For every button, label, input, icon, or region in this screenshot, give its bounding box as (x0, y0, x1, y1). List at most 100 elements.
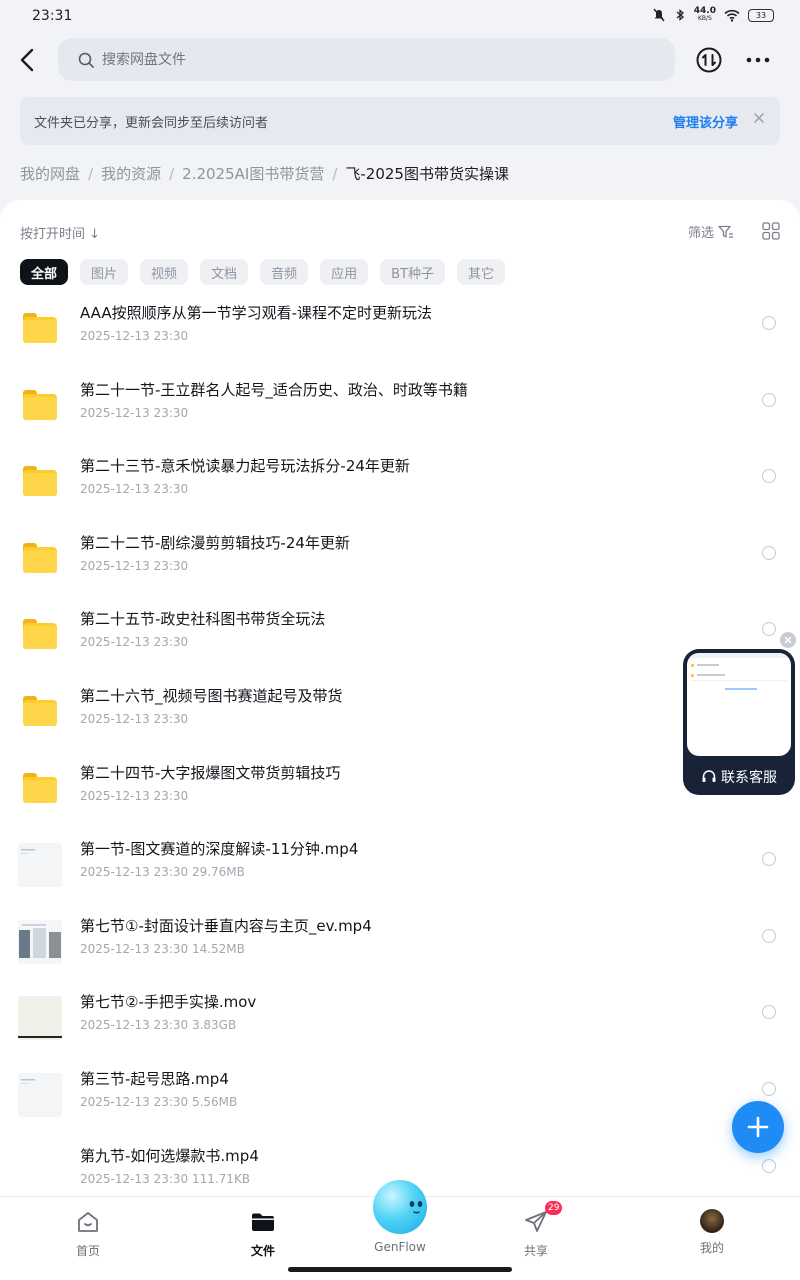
file-name: 第二十三节-意禾悦读暴力起号玩法拆分-24年更新 (80, 457, 410, 476)
file-meta: 2025-12-13 23:30 (80, 788, 189, 803)
chip-apps[interactable]: 应用 (320, 259, 369, 285)
list-item[interactable]: 第二十一节-王立群名人起号_适合历史、政治、时政等书籍 2025-12-13 23… (0, 369, 800, 445)
video-thumbnail (18, 1149, 62, 1194)
nav-home[interactable]: 首页 (48, 1209, 128, 1259)
files-icon (252, 1213, 274, 1231)
filter-label: 筛选 (687, 226, 714, 241)
file-name: 第二十二节-剧综漫剪剪辑技巧-24年更新 (80, 533, 350, 552)
select-checkbox[interactable] (762, 316, 776, 330)
customer-service-preview (687, 653, 791, 756)
list-item[interactable]: 第二十三节-意禾悦读暴力起号玩法拆分-24年更新 2025-12-13 23:30 (0, 445, 800, 521)
net-speed: 44.0 KB/S (693, 6, 716, 23)
chip-images[interactable]: 图片 (80, 259, 129, 285)
select-checkbox[interactable] (762, 392, 776, 407)
top-bar (0, 38, 800, 82)
video-thumbnail (18, 1073, 62, 1117)
list-item[interactable]: AAA按照顺序从第一节学习观看-课程不定时更新玩法 2025-12-13 23:3… (0, 292, 800, 368)
file-name: 第七节②-手把手实操.mov (80, 993, 257, 1012)
wifi-icon (724, 9, 740, 22)
select-checkbox[interactable] (762, 622, 776, 637)
chip-videos[interactable]: 视频 (140, 259, 189, 285)
customer-service-label: 联系客服 (683, 767, 795, 787)
list-item[interactable]: 第一节-图文赛道的深度解读-11分钟.mp4 2025-12-13 23:30 2… (0, 828, 800, 904)
breadcrumb-separator: / (88, 164, 94, 183)
chip-all[interactable]: 全部 (20, 259, 69, 285)
add-button[interactable] (732, 1101, 784, 1153)
file-meta: 2025-12-13 23:30 (80, 712, 189, 726)
sort-dropdown[interactable]: 按打开时间 ↓ (20, 223, 100, 242)
grid-view-icon[interactable] (762, 222, 780, 240)
list-item[interactable]: 第二十六节_视频号图书赛道起号及带货 2025-12-13 23:30 (0, 675, 800, 751)
file-name: 第一节-图文赛道的深度解读-11分钟.mp4 (80, 840, 359, 859)
search-box[interactable] (58, 38, 675, 81)
file-meta: 2025-12-13 23:30 (80, 405, 189, 420)
bluetooth-icon (676, 9, 684, 21)
file-name: 第二十五节-政史社科图书带货全玩法 (80, 610, 326, 629)
select-checkbox[interactable] (762, 1082, 776, 1096)
filter-button[interactable]: 筛选 (688, 222, 734, 241)
nav-genflow[interactable]: GenFlow (360, 1240, 440, 1254)
video-thumbnail (18, 919, 62, 964)
manage-share-link[interactable]: 管理该分享 (673, 112, 738, 131)
status-icons: 44.0 KB/S 33 (652, 7, 774, 23)
chip-audio[interactable]: 音频 (260, 259, 309, 285)
breadcrumb-separator: / (332, 164, 338, 183)
select-checkbox[interactable] (762, 545, 776, 560)
share-badge: 29 (545, 1201, 563, 1215)
list-item[interactable]: 第七节①-封面设计垂直内容与主页_ev.mp4 2025-12-13 23:30 … (0, 905, 800, 981)
breadcrumb-item[interactable]: 我的资源 (101, 163, 161, 184)
close-icon[interactable] (752, 111, 766, 125)
list-item[interactable]: 第七节②-手把手实操.mov 2025-12-13 23:30 3.83GB (0, 981, 800, 1057)
mute-icon (653, 8, 665, 22)
close-float-button[interactable] (780, 632, 796, 648)
breadcrumb-separator: / (169, 164, 175, 183)
nav-files[interactable]: 文件 (223, 1209, 303, 1259)
plus-icon (747, 1116, 769, 1138)
file-meta: 2025-12-13 23:30 111.71KB (80, 1171, 251, 1186)
list-item[interactable]: 第二十五节-政史社科图书带货全玩法 2025-12-13 23:30 (0, 598, 800, 674)
nav-mine[interactable]: 我的 (672, 1209, 752, 1256)
file-meta: 2025-12-13 23:30 29.76MB (80, 865, 245, 880)
category-chips: 全部 图片 视频 文档 音频 应用 BT种子 其它 (20, 259, 505, 285)
nav-mine-label: 我的 (699, 1241, 724, 1255)
file-name: 第二十一节-王立群名人起号_适合历史、政治、时政等书籍 (80, 380, 468, 399)
more-icon[interactable] (744, 48, 772, 72)
breadcrumb-item[interactable]: 2.2025AI图书带货营 (182, 163, 324, 184)
genflow-icon[interactable] (373, 1180, 427, 1234)
search-input[interactable] (102, 51, 642, 68)
file-name: AAA按照顺序从第一节学习观看-课程不定时更新玩法 (80, 304, 433, 322)
chip-other[interactable]: 其它 (456, 259, 505, 285)
select-checkbox[interactable] (762, 1158, 776, 1173)
file-meta: 2025-12-13 23:30 (80, 635, 189, 650)
nav-share[interactable]: 共享 (496, 1209, 576, 1259)
video-thumbnail (18, 996, 62, 1041)
chip-bt[interactable]: BT种子 (380, 259, 445, 285)
search-icon (78, 52, 94, 68)
customer-service-card[interactable]: 联系客服 (683, 649, 795, 795)
chip-documents[interactable]: 文档 (200, 259, 249, 285)
list-item[interactable]: 第二十二节-剧综漫剪剪辑技巧-24年更新 2025-12-13 23:30 (0, 522, 800, 598)
file-meta: 2025-12-13 23:30 14.52MB (80, 941, 245, 956)
file-name: 第三节-起号思路.mp4 (80, 1070, 229, 1088)
file-name: 第二十六节_视频号图书赛道起号及带货 (80, 687, 343, 705)
nav-share-label: 共享 (523, 1244, 548, 1258)
home-icon (78, 1212, 98, 1232)
select-checkbox[interactable] (762, 469, 776, 484)
home-indicator (288, 1267, 512, 1272)
nav-genflow-label: GenFlow (374, 1240, 426, 1254)
list-item[interactable]: 第三节-起号思路.mp4 2025-12-13 23:30 5.56MB (0, 1058, 800, 1134)
file-name: 第二十四节-大字报爆图文带货剪辑技巧 (80, 763, 341, 782)
send-icon (525, 1211, 547, 1232)
sort-toggle-icon[interactable] (696, 47, 722, 73)
nav-home-label: 首页 (75, 1244, 100, 1258)
filter-icon (718, 225, 733, 238)
video-thumbnail (18, 843, 62, 888)
select-checkbox[interactable] (762, 852, 776, 867)
breadcrumb-item[interactable]: 我的网盘 (20, 163, 80, 184)
back-arrow-icon[interactable] (14, 46, 42, 74)
list-item[interactable]: 第二十四节-大字报爆图文带货剪辑技巧 2025-12-13 23:30 (0, 752, 800, 828)
battery-icon: 33 (748, 8, 774, 22)
select-checkbox[interactable] (762, 928, 776, 943)
select-checkbox[interactable] (762, 1005, 776, 1020)
breadcrumb: 我的网盘 / 我的资源 / 2.2025AI图书带货营 / 飞-2025图书带货… (20, 163, 509, 184)
